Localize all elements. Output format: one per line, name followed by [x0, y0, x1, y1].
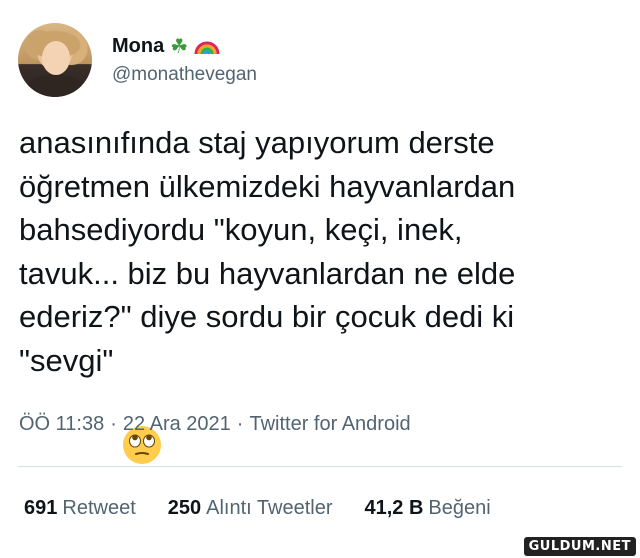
watermark-logo: GULDUM.NET [523, 537, 636, 556]
tweet-body: anasınıfında staj yapıyorum derste öğret… [19, 125, 516, 378]
avatar-face [42, 41, 70, 75]
tweet-source[interactable]: Twitter for Android [249, 413, 410, 436]
tweet-time[interactable]: ÖÖ 11:38 [19, 413, 104, 436]
tweet-meta: ÖÖ 11:38 · 22 Ara 2021 · Twitter for And… [19, 413, 411, 436]
rainbow-icon [194, 36, 220, 56]
likes-count: 41,2 B [364, 497, 424, 519]
quotes-stat[interactable]: 250 Alıntı Tweetler [168, 497, 333, 520]
likes-label: Beğeni [428, 497, 491, 519]
author-block: Mona ☘ @monathevegan [112, 35, 257, 86]
avatar-body [28, 75, 82, 97]
name-row: Mona ☘ [112, 35, 257, 58]
shamrock-icon: ☘ [170, 34, 189, 58]
retweets-count: 691 [24, 497, 58, 519]
meta-separator: · [110, 413, 117, 435]
meta-separator: · [236, 413, 244, 435]
rolling-eyes-emoji-icon [121, 337, 163, 465]
quotes-label: Alıntı Tweetler [206, 497, 333, 519]
tweet-header: Mona ☘ @monathevegan [18, 20, 257, 100]
divider [18, 466, 622, 467]
tweet-stats: 691 Retweet 250 Alıntı Tweetler 41,2 B Beğe… [24, 497, 491, 520]
quotes-count: 250 [167, 497, 202, 519]
retweets-label: Retweet [62, 497, 136, 519]
handle[interactable]: @monathevegan [112, 64, 257, 86]
avatar[interactable] [18, 23, 92, 97]
retweets-stat[interactable]: 691 Retweet [24, 497, 136, 520]
tweet-date[interactable]: 22 Ara 2021 [123, 413, 231, 436]
tweet-text: anasınıfında staj yapıyorum derste öğret… [19, 121, 619, 465]
likes-stat[interactable]: 41,2 B Beğeni [364, 497, 490, 520]
display-name[interactable]: Mona [112, 35, 164, 58]
